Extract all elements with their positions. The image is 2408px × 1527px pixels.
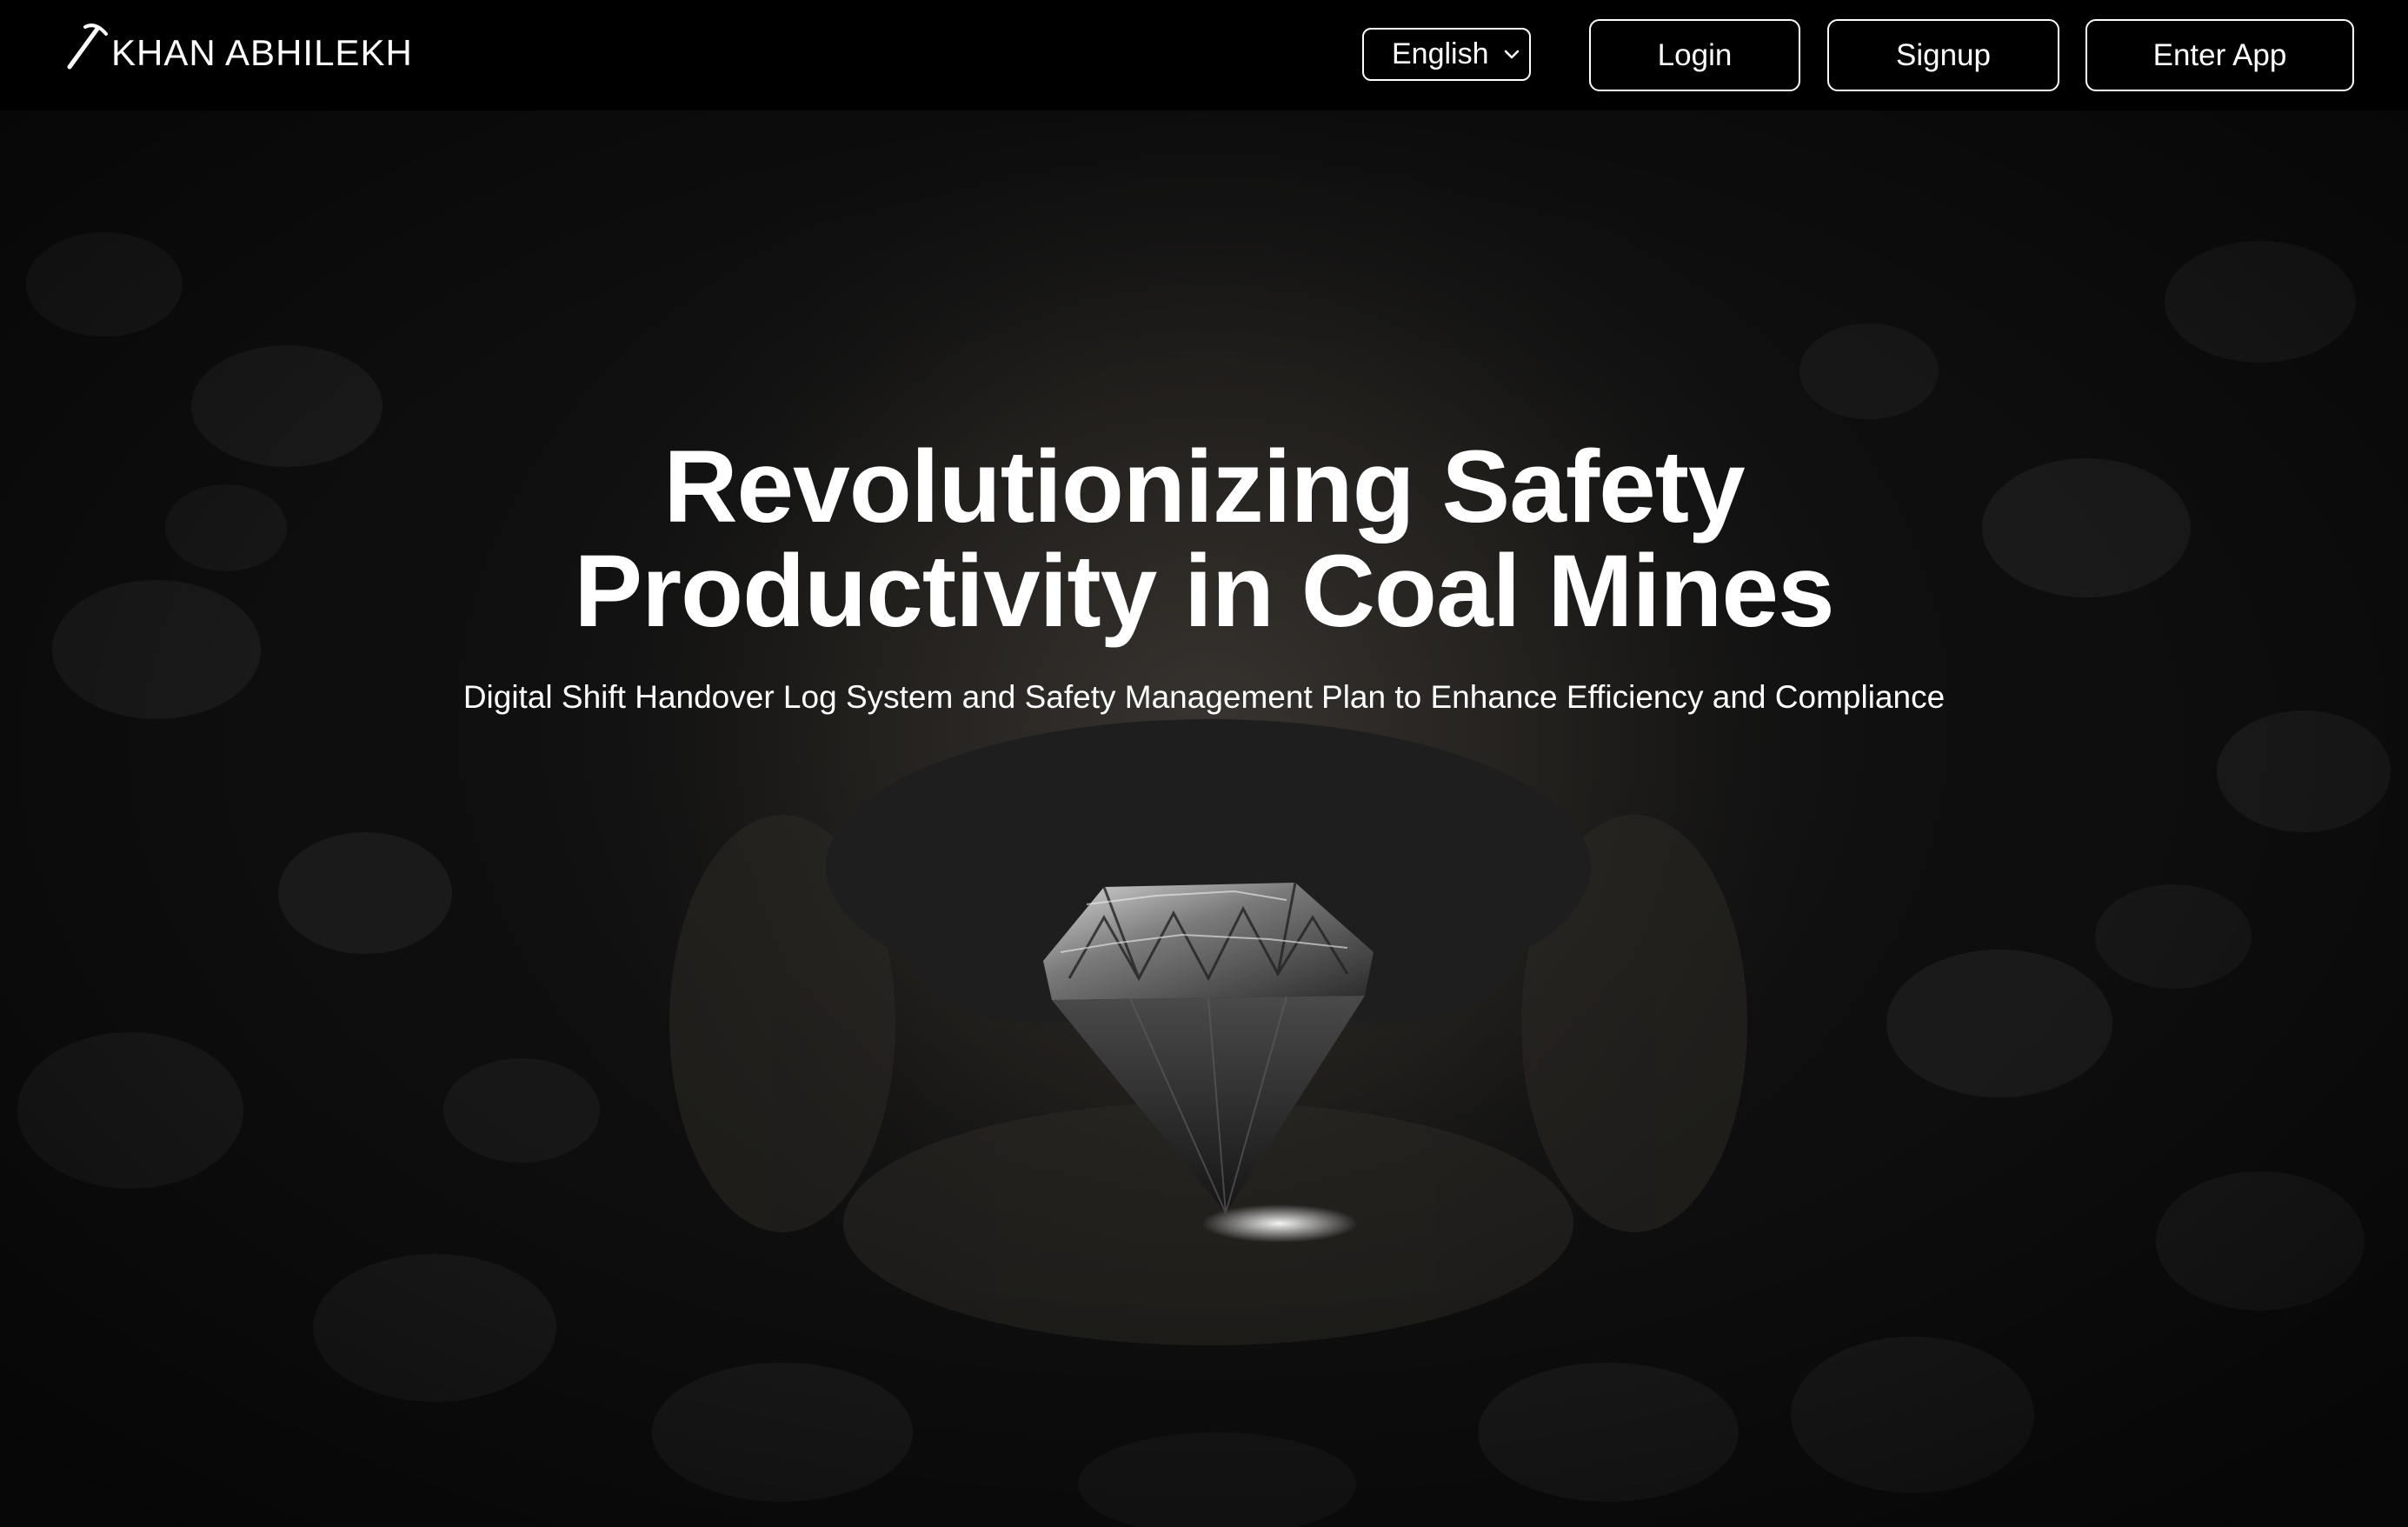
brand-name: KHAN ABHILEKH [111,32,413,73]
hero-title: Revolutionizing Safety Productivity in C… [0,435,2408,643]
hero-section [0,110,2408,1527]
pickaxe-icon [67,23,108,70]
signup-button[interactable]: Signup [1827,19,2059,91]
language-selected-value: English [1392,37,1489,70]
language-select[interactable]: English [1362,28,1531,81]
hero-subtitle: Digital Shift Handover Log System and Sa… [462,679,1946,715]
brand-logo[interactable]: KHAN ABHILEKH [66,23,413,83]
login-button[interactable]: Login [1589,19,1800,91]
enter-app-button[interactable]: Enter App [2085,19,2354,91]
coal-diamond-image [1043,882,1374,1243]
chevron-down-icon [1504,50,1520,59]
landing-page: KHAN ABHILEKH English Login Signup Enter… [0,0,2408,1527]
hero-title-line-2: Productivity in Coal Mines [574,534,1834,649]
hero-background-image [0,110,2408,1527]
top-navbar: KHAN ABHILEKH English Login Signup Enter… [0,0,2408,110]
hero-title-line-1: Revolutionizing Safety [663,430,1745,544]
